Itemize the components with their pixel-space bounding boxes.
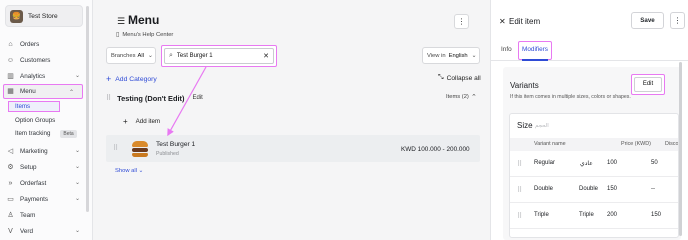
- variant-name: Regular: [534, 160, 556, 166]
- edit-highlight: Edit: [631, 74, 665, 95]
- chevron-down-icon: ⌄: [74, 228, 80, 234]
- variants-subtitle: If this item comes in multiple sizes, co…: [510, 94, 631, 100]
- sidebar-item-menu[interactable]: ▦ Menu ⌃: [3, 84, 83, 99]
- drag-handle-icon[interactable]: ⠿: [517, 212, 522, 220]
- sidebar-item-label: Team: [20, 211, 36, 219]
- sidebar-scrollbar[interactable]: [86, 6, 89, 212]
- variant-discount: --: [651, 186, 655, 192]
- annotation-arrow: [167, 66, 207, 137]
- save-button[interactable]: Save: [631, 12, 664, 29]
- variants-card: Variants If this item comes in multiple …: [503, 67, 681, 240]
- chevron-down-icon: ⌄: [74, 148, 80, 154]
- variants-edit-button[interactable]: Edit: [634, 77, 662, 92]
- variant-name: Double: [534, 186, 554, 192]
- bolt-icon: »: [8, 179, 13, 187]
- variant-name-ar: Triple: [579, 212, 594, 218]
- panel-more-options-button[interactable]: ⋮: [670, 12, 685, 29]
- sidebar-item-label: Marketing: [20, 147, 48, 155]
- sidebar: 🍔 Test Store ⌂ Orders ☺ Customers ▥ Anal…: [0, 0, 93, 240]
- sidebar-item-verd[interactable]: V Verd ⌄: [0, 223, 92, 239]
- close-icon[interactable]: ✕: [499, 17, 506, 26]
- size-group-title-ar: الحجم: [535, 123, 549, 129]
- column-header: Disco: [665, 141, 679, 147]
- variant-discount: 150: [651, 212, 662, 218]
- size-variant-group: Size الحجم Variant name Price (KWD) Disc…: [509, 113, 679, 238]
- edit-item-panel: ✕ Edit item Save ⋮ Info Modifiers Varian…: [490, 0, 688, 240]
- sidebar-item-label: Payments: [20, 195, 48, 203]
- sidebar-nav: ⌂ Orders ☺ Customers ▥ Analytics ⌄ ▦ Men…: [0, 36, 92, 239]
- store-logo-icon: 🍔: [10, 9, 23, 23]
- column-header: Variant name: [534, 141, 566, 147]
- sidebar-subitem-item-tracking[interactable]: Item tracking Beta: [0, 127, 92, 140]
- sidebar-item-orderfast[interactable]: » Orderfast ⌄: [0, 175, 92, 191]
- variant-name-ar: عادي: [580, 161, 593, 167]
- sidebar-subitem-items[interactable]: Items: [8, 101, 60, 112]
- variant-discount: 50: [651, 160, 658, 166]
- chart-icon: ▥: [7, 72, 14, 80]
- home-icon: ⌂: [8, 40, 13, 48]
- active-tab-indicator: [522, 59, 548, 61]
- users-icon: ☺: [6, 56, 15, 64]
- card-icon: ▭: [7, 195, 14, 203]
- grid-icon: ▦: [7, 88, 14, 95]
- sidebar-item-payments[interactable]: ▭ Payments ⌄: [0, 191, 92, 207]
- table-row[interactable]: ⠿ Double Double 150 --: [510, 177, 678, 203]
- table-row[interactable]: ⠿ Regular عادي 100 50: [510, 151, 678, 177]
- chevron-down-icon: ⌄: [74, 180, 80, 186]
- variant-name-ar: Double: [579, 186, 599, 192]
- chevron-down-icon: ⌄: [74, 164, 80, 170]
- store-name: Test Store: [28, 12, 58, 20]
- sidebar-item-setup[interactable]: ⚙ Setup ⌄: [0, 159, 92, 175]
- chevron-down-icon: ⌄: [74, 73, 80, 79]
- sidebar-item-label: Verd: [20, 227, 33, 235]
- column-header: Price (KWD): [621, 141, 651, 147]
- sidebar-item-label: Customers: [20, 56, 51, 64]
- person-icon: ♙: [7, 211, 14, 219]
- chevron-down-icon: ⌄: [74, 196, 80, 202]
- sidebar-item-customers[interactable]: ☺ Customers: [0, 52, 92, 68]
- variant-price: 100: [607, 160, 618, 166]
- tab-info[interactable]: Info: [501, 46, 512, 53]
- sidebar-item-team[interactable]: ♙ Team: [0, 207, 92, 223]
- sidebar-item-label: Orders: [20, 40, 40, 48]
- sidebar-item-label: Analytics: [20, 72, 46, 80]
- store-switcher[interactable]: 🍔 Test Store: [5, 5, 83, 27]
- variants-title: Variants: [510, 81, 539, 90]
- sidebar-item-label: Item tracking: [15, 130, 51, 137]
- sidebar-item-label: Setup: [20, 163, 37, 171]
- verd-icon: V: [8, 227, 13, 235]
- tab-modifiers[interactable]: Modifiers: [518, 41, 552, 60]
- sidebar-item-label: Menu: [20, 88, 36, 95]
- panel-scrollbar[interactable]: [679, 62, 682, 236]
- panel-title: Edit item: [509, 17, 541, 26]
- sidebar-subitem-option-groups[interactable]: Option Groups: [0, 114, 92, 127]
- variants-table-header: Variant name Price (KWD) Disco: [510, 138, 679, 151]
- drag-handle-icon[interactable]: ⠿: [517, 186, 522, 194]
- chevron-up-icon: ⌃: [68, 90, 74, 96]
- sidebar-item-analytics[interactable]: ▥ Analytics ⌄: [0, 68, 92, 84]
- variant-price: 200: [607, 212, 618, 218]
- sidebar-item-label: Orderfast: [20, 179, 47, 187]
- megaphone-icon: ◁: [7, 147, 14, 155]
- variant-name: Triple: [534, 212, 549, 218]
- beta-badge: Beta: [60, 129, 77, 138]
- gear-icon: ⚙: [7, 163, 14, 171]
- drag-handle-icon[interactable]: ⠿: [517, 160, 522, 168]
- main-content: ☰ Menu ▯ Menu's Help Center ⋮ Branches A…: [93, 0, 490, 240]
- table-row[interactable]: ⠿ Triple Triple 200 150: [510, 203, 678, 229]
- variant-price: 150: [607, 186, 618, 192]
- sidebar-item-marketing[interactable]: ◁ Marketing ⌄: [0, 143, 92, 159]
- sidebar-item-orders[interactable]: ⌂ Orders: [0, 36, 92, 52]
- panel-tabs: Info Modifiers: [491, 38, 688, 61]
- size-group-title: Size: [517, 121, 533, 130]
